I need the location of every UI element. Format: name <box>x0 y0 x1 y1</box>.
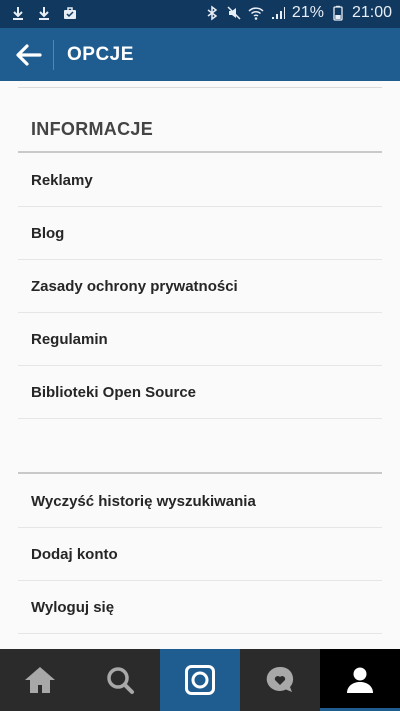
download-icon <box>39 7 49 20</box>
mute-icon <box>227 6 241 20</box>
section-divider <box>18 472 382 474</box>
menu-item-open-source-libraries[interactable]: Biblioteki Open Source <box>18 366 382 419</box>
briefcase-icon <box>64 7 76 19</box>
status-bar-notifications <box>10 5 78 21</box>
menu-item-label: Blog <box>31 225 65 242</box>
menu-item-log-out[interactable]: Wyloguj się <box>18 581 382 634</box>
menu-item-label: Wyloguj się <box>31 599 115 616</box>
tab-search[interactable] <box>80 649 160 711</box>
clock: 21:00 <box>351 4 392 21</box>
tab-camera[interactable] <box>160 649 240 711</box>
menu-item-label: Biblioteki Open Source <box>31 384 197 401</box>
home-icon <box>25 667 55 693</box>
menu-item-blog[interactable]: Blog <box>18 207 382 260</box>
bottom-navigation <box>0 649 400 711</box>
menu-item-ads[interactable]: Reklamy <box>18 154 382 207</box>
download-icon <box>13 7 23 20</box>
page-title: OPCJE <box>67 44 134 65</box>
profile-icon <box>347 667 373 693</box>
tab-home[interactable] <box>0 649 80 711</box>
menu-item-label: Dodaj konto <box>31 546 118 563</box>
menu-item-label: Reklamy <box>31 172 93 189</box>
tab-profile[interactable] <box>320 649 400 711</box>
activity-icon <box>266 666 294 692</box>
app-bar: OPCJE <box>0 28 400 81</box>
wifi-icon <box>248 7 264 20</box>
menu-item-label: Zasady ochrony prywatności <box>31 278 238 295</box>
tab-activity[interactable] <box>240 649 320 711</box>
back-arrow-icon <box>16 44 42 66</box>
search-icon <box>107 667 134 694</box>
menu-item-clear-search-history[interactable]: Wyczyść historię wyszukiwania <box>18 475 382 528</box>
signal-icon <box>271 7 285 19</box>
section-divider <box>18 151 382 153</box>
divider <box>18 87 382 88</box>
battery-percent: 21% <box>291 4 324 21</box>
menu-item-label: Wyczyść historię wyszukiwania <box>31 493 256 510</box>
menu-item-privacy-policy[interactable]: Zasady ochrony prywatności <box>18 260 382 313</box>
status-bar: 21% 21:00 <box>0 0 400 28</box>
battery-icon <box>333 5 343 21</box>
menu-item-label: Regulamin <box>31 331 108 348</box>
status-bar-system: 21% 21:00 <box>204 4 392 22</box>
back-button[interactable] <box>8 36 48 74</box>
menu-item-add-account[interactable]: Dodaj konto <box>18 528 382 581</box>
menu-item-terms[interactable]: Regulamin <box>18 313 382 366</box>
section-header-info: INFORMACJE <box>31 119 154 139</box>
camera-icon <box>185 665 215 695</box>
options-list: INFORMACJE Reklamy Blog Zasady ochrony p… <box>0 81 400 649</box>
bluetooth-icon <box>207 5 218 21</box>
app-bar-divider <box>53 40 54 70</box>
